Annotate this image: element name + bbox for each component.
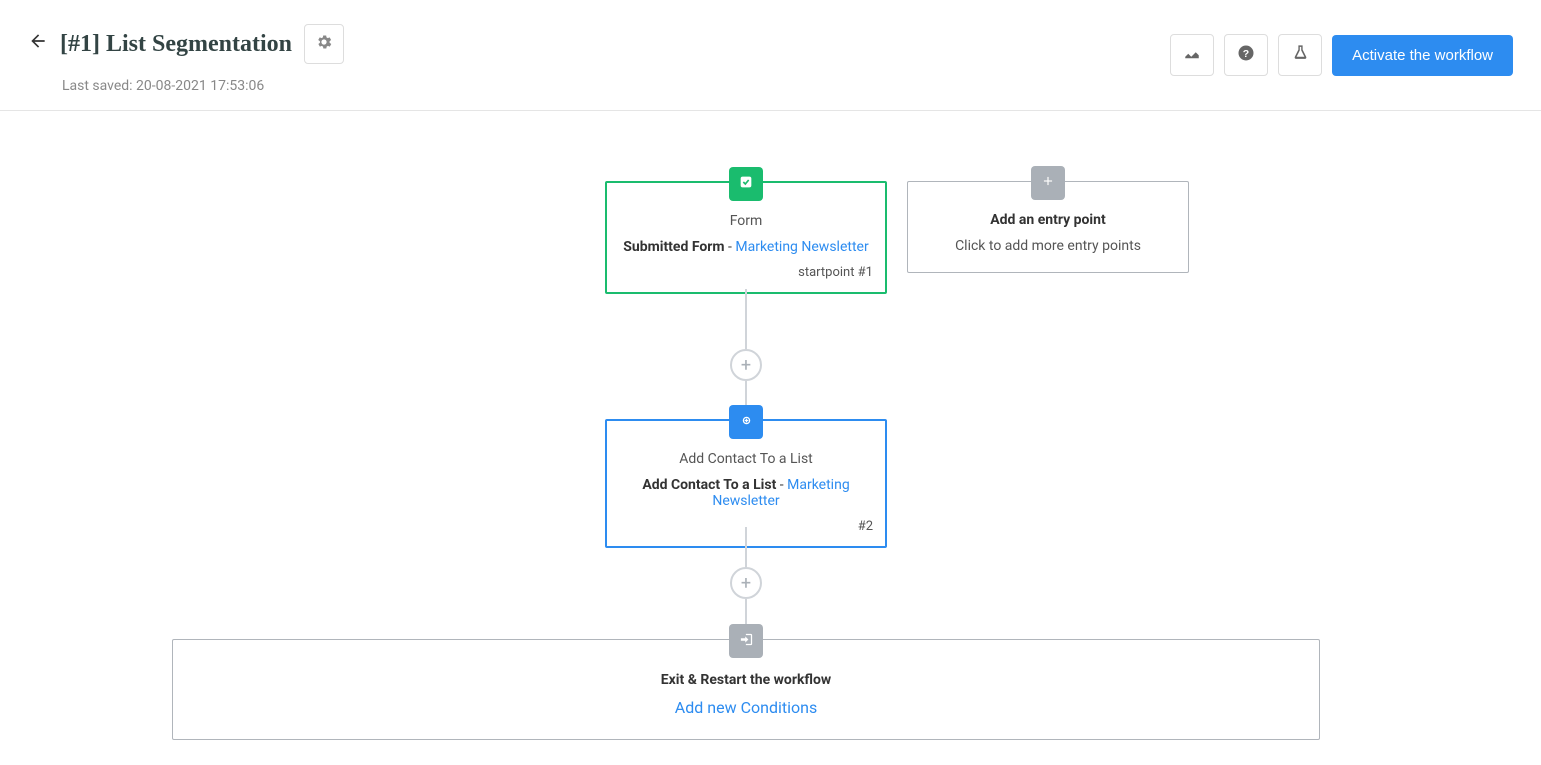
- add-user-icon: [739, 413, 754, 432]
- plus-icon: +: [741, 355, 751, 376]
- canvas-inner: Form Submitted Form - Marketing Newslett…: [0, 111, 1541, 761]
- last-saved-text: Last saved: 20-08-2021 17:53:06: [62, 78, 344, 94]
- addlist-badge: [729, 405, 763, 439]
- node-entry-desc: Click to add more entry points: [920, 238, 1176, 254]
- node-addlist-subtitle: Add Contact To a List - Marketing Newsle…: [619, 477, 873, 509]
- form-icon: [738, 174, 754, 194]
- node-form[interactable]: Form Submitted Form - Marketing Newslett…: [605, 181, 887, 294]
- header-title-row: [#1] List Segmentation: [28, 24, 344, 64]
- connector-line: [745, 289, 747, 349]
- header: [#1] List Segmentation Last saved: 20-08…: [0, 0, 1541, 111]
- help-icon: ?: [1237, 44, 1255, 67]
- node-addlist-action: Add Contact To a List: [642, 477, 776, 493]
- node-form-footer: startpoint #1: [619, 265, 873, 280]
- node-form-link[interactable]: Marketing Newsletter: [735, 239, 868, 255]
- connector-line: [745, 527, 747, 569]
- chart-icon: [1183, 44, 1201, 67]
- plus-icon: +: [741, 573, 751, 594]
- back-arrow-icon[interactable]: [28, 31, 48, 57]
- entry-badge: [1031, 166, 1065, 200]
- flask-icon: [1292, 44, 1309, 66]
- node-exit[interactable]: Exit & Restart the workflow Add new Cond…: [172, 639, 1320, 740]
- form-badge: [729, 167, 763, 201]
- node-entry-title: Add an entry point: [920, 212, 1176, 228]
- node-exit-link[interactable]: Add new Conditions: [675, 698, 817, 717]
- workflow-canvas[interactable]: Form Submitted Form - Marketing Newslett…: [0, 111, 1541, 761]
- test-button[interactable]: [1278, 34, 1322, 76]
- header-right: ? Activate the workflow: [1170, 34, 1513, 76]
- node-add-entry[interactable]: Add an entry point Click to add more ent…: [907, 181, 1189, 273]
- page-title: [#1] List Segmentation: [60, 31, 292, 58]
- svg-text:?: ?: [1243, 47, 1249, 59]
- settings-button[interactable]: [304, 24, 344, 64]
- gear-icon: [315, 33, 333, 56]
- plus-icon: [1041, 174, 1055, 192]
- node-form-subtitle: Submitted Form - Marketing Newsletter: [619, 239, 873, 255]
- header-left: [#1] List Segmentation Last saved: 20-08…: [28, 24, 344, 94]
- node-form-title: Form: [619, 213, 873, 229]
- node-addlist-title: Add Contact To a List: [619, 451, 873, 467]
- help-button[interactable]: ?: [1224, 34, 1268, 76]
- exit-icon: [739, 632, 754, 651]
- add-step-button-1[interactable]: +: [730, 349, 762, 381]
- exit-badge: [729, 624, 763, 658]
- activate-button[interactable]: Activate the workflow: [1332, 35, 1513, 76]
- stats-button[interactable]: [1170, 34, 1214, 76]
- add-step-button-2[interactable]: +: [730, 567, 762, 599]
- node-exit-title: Exit & Restart the workflow: [185, 672, 1307, 688]
- node-form-action: Submitted Form: [623, 239, 724, 255]
